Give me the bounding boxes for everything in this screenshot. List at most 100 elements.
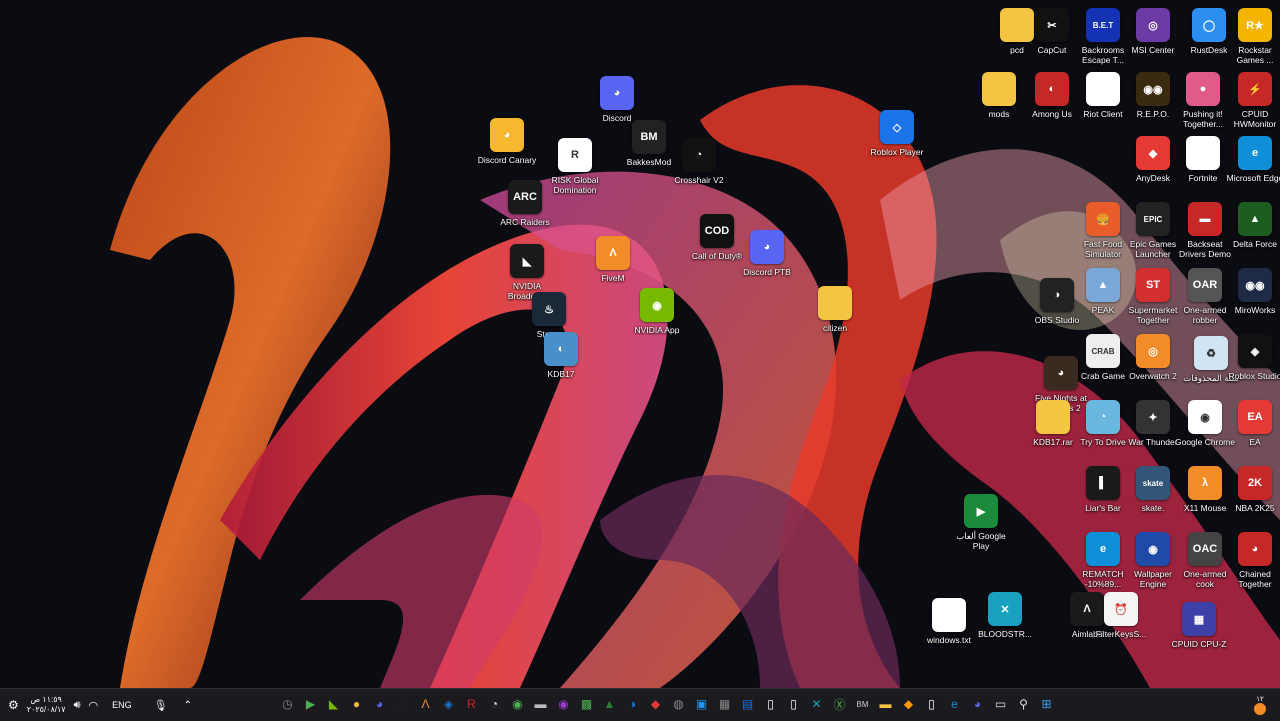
desktop-icon[interactable]: ◕ Discord PTB bbox=[736, 230, 798, 277]
desktop-icon-label: AnyDesk bbox=[1135, 173, 1170, 183]
microphone-icon[interactable]: 🎙︎ bbox=[154, 699, 168, 712]
desktop-icon-label: Discord Canary bbox=[477, 155, 537, 165]
app-icon-20[interactable]: ▦ bbox=[713, 693, 736, 715]
desktop-icon[interactable]: ◈ Roblox Studio bbox=[1224, 334, 1280, 381]
desktop-icon[interactable]: ✕ BLOODSTR... bbox=[974, 592, 1036, 639]
desktop-icon-label: Crosshair V2 bbox=[674, 175, 724, 185]
desktop-icon-label: citizen bbox=[822, 323, 848, 333]
app-icon bbox=[818, 286, 852, 320]
desktop-icon[interactable]: ◉◉ MiroWorks bbox=[1224, 268, 1280, 315]
app-icon: ✂ bbox=[1035, 8, 1069, 42]
desktop-icon-label: skate. bbox=[1141, 503, 1165, 513]
task-view-icon[interactable]: ▭ bbox=[989, 693, 1012, 715]
delta-app-icon[interactable]: ▲ bbox=[598, 693, 621, 715]
desktop-icon[interactable]: ▲ Delta Force bbox=[1224, 202, 1280, 249]
desktop-icon[interactable]: ◇ Roblox Player bbox=[866, 110, 928, 157]
clock[interactable]: ١١:٥٩ ص ٢٠٢٥/٠٨/١٧ bbox=[27, 695, 66, 715]
search-icon[interactable]: ⚲ bbox=[1012, 693, 1035, 715]
desktop-icon[interactable]: ◎ MSI Center bbox=[1122, 8, 1184, 55]
discord-canary-app-icon[interactable]: ● bbox=[345, 693, 368, 715]
folder-app-icon[interactable]: ▬ bbox=[874, 693, 897, 715]
app-icon: ✦ bbox=[1136, 400, 1170, 434]
app-icon-26[interactable]: BM bbox=[851, 693, 874, 715]
app-icon: e bbox=[1238, 136, 1272, 170]
nvidia-app-icon[interactable]: ◣ bbox=[322, 693, 345, 715]
file-app-icon-3[interactable]: ▯ bbox=[920, 693, 943, 715]
crosshair-app-icon[interactable]: ◔ bbox=[483, 693, 506, 715]
car-app-icon[interactable]: ▬ bbox=[529, 693, 552, 715]
desktop-icon[interactable]: ◔ Crosshair V2 bbox=[668, 138, 730, 185]
notification-center-icon[interactable]: ١٢ bbox=[1250, 695, 1270, 715]
desktop-icon-label: Try To Drive bbox=[1080, 437, 1126, 447]
clock-date: ٢٠٢٥/٠٨/١٧ bbox=[26, 705, 66, 714]
app-icon: ◕ bbox=[1238, 532, 1272, 566]
app-icon-17[interactable]: ◆ bbox=[644, 693, 667, 715]
desktop-icon-label: windows.txt bbox=[927, 635, 971, 645]
desktop-icon[interactable]: 2K NBA 2K25 bbox=[1224, 466, 1280, 513]
app-icon bbox=[1186, 136, 1220, 170]
file-app-icon-2[interactable]: ▯ bbox=[782, 693, 805, 715]
photos-app-icon[interactable]: ▣ bbox=[690, 693, 713, 715]
app-icon-18[interactable]: ◍ bbox=[667, 693, 690, 715]
app-icon-21[interactable]: ▤ bbox=[736, 693, 759, 715]
fivem-app-icon[interactable]: Λ bbox=[414, 693, 437, 715]
desktop-icon[interactable]: ◕ Discord bbox=[586, 76, 648, 123]
desktop-icon[interactable]: Λ FiveM bbox=[582, 236, 644, 283]
desktop-icon-label: Chained Together bbox=[1238, 569, 1272, 589]
steam-app-icon[interactable]: ♨ bbox=[391, 693, 414, 715]
app-icon: ✕ bbox=[988, 592, 1022, 626]
app-icon: skate bbox=[1136, 466, 1170, 500]
app-icon: ◉◉ bbox=[1238, 268, 1272, 302]
desktop-icon[interactable]: e Microsoft Edge bbox=[1224, 136, 1280, 183]
chrome-app-icon[interactable]: ◉ bbox=[506, 693, 529, 715]
app-icon: ◕ bbox=[490, 118, 524, 152]
discord-ptb-app-icon[interactable]: ◕ bbox=[966, 693, 989, 715]
app-icon: 2K bbox=[1238, 466, 1272, 500]
wifi-icon[interactable]: ◠ bbox=[89, 699, 99, 712]
app-icon: ARC bbox=[508, 180, 542, 214]
desktop-icon[interactable]: ▶ ألعاب Google Play bbox=[950, 494, 1012, 551]
desktop-icon-label: ألعاب Google Play bbox=[956, 531, 1006, 551]
weather-icon[interactable]: ⚙ bbox=[8, 698, 19, 712]
desktop-icon-label: BLOODSTR... bbox=[978, 629, 1032, 639]
notification-count: ١٢ bbox=[1256, 695, 1264, 703]
minecraft-app-icon[interactable]: ▩ bbox=[575, 693, 598, 715]
app-icon-13[interactable]: ◉ bbox=[552, 693, 575, 715]
file-app-icon[interactable]: ▯ bbox=[759, 693, 782, 715]
app-icon-24[interactable]: ✕ bbox=[805, 693, 828, 715]
language-indicator[interactable]: ENG bbox=[112, 700, 132, 710]
chevron-up-icon[interactable]: ⌃ bbox=[184, 700, 192, 711]
desktop-icon[interactable]: R★ Rockstar Games ... bbox=[1224, 8, 1280, 65]
desktop-icon[interactable]: ⏰ FilterKeysS... bbox=[1090, 592, 1152, 639]
app-icon: ◕ bbox=[600, 76, 634, 110]
play-app-icon[interactable]: ▶ bbox=[299, 693, 322, 715]
volume-icon[interactable]: 🔊︎ bbox=[74, 699, 81, 712]
app-icon-28[interactable]: ◆ bbox=[897, 693, 920, 715]
desktop-icon[interactable]: EA EA bbox=[1224, 400, 1280, 447]
desktop-icon[interactable]: ▦ CPUID CPU-Z bbox=[1168, 602, 1230, 649]
app-icon: ◔ bbox=[682, 138, 716, 172]
risk-app-icon[interactable]: R bbox=[460, 693, 483, 715]
xbox-app-icon[interactable]: Ⓧ bbox=[828, 693, 851, 715]
app-icon-16[interactable]: ◑ bbox=[621, 693, 644, 715]
desktop-icon-label: mods bbox=[988, 109, 1010, 119]
desktop-icon[interactable]: citizen bbox=[804, 286, 866, 333]
shield-app-icon[interactable]: ◈ bbox=[437, 693, 460, 715]
desktop-icon-label: CapCut bbox=[1037, 45, 1067, 55]
edge-app-icon[interactable]: e bbox=[943, 693, 966, 715]
desktop-icon[interactable]: windows.txt bbox=[918, 598, 980, 645]
desktop-icon[interactable]: ◕ Discord Canary bbox=[476, 118, 538, 165]
clock-app-icon[interactable]: ◷ bbox=[276, 693, 299, 715]
desktop-icon[interactable]: ◎ Overwatch 2 bbox=[1122, 334, 1184, 381]
discord-app-icon[interactable]: ◕ bbox=[368, 693, 391, 715]
desktop-icon[interactable]: ◕ Chained Together bbox=[1224, 532, 1280, 589]
desktop-icon-label: FiveM bbox=[601, 273, 625, 283]
desktop-icon-label: Overwatch 2 bbox=[1129, 371, 1177, 381]
desktop-icon[interactable]: ⚡ CPUID HWMonitor bbox=[1224, 72, 1280, 129]
desktop-icon[interactable]: ◐ KDB17 bbox=[530, 332, 592, 379]
desktop[interactable]: pcd ✂ CapCut B.E.T Backrooms Escape T... ◎ MSI… bbox=[0, 0, 1280, 688]
windows-start-icon[interactable]: ⊞ bbox=[1035, 693, 1058, 715]
app-icon: ♻ bbox=[1194, 336, 1228, 370]
desktop-icon[interactable]: ARC ARC Raiders bbox=[494, 180, 556, 227]
desktop-icon[interactable]: ◉ NVIDIA App bbox=[626, 288, 688, 335]
